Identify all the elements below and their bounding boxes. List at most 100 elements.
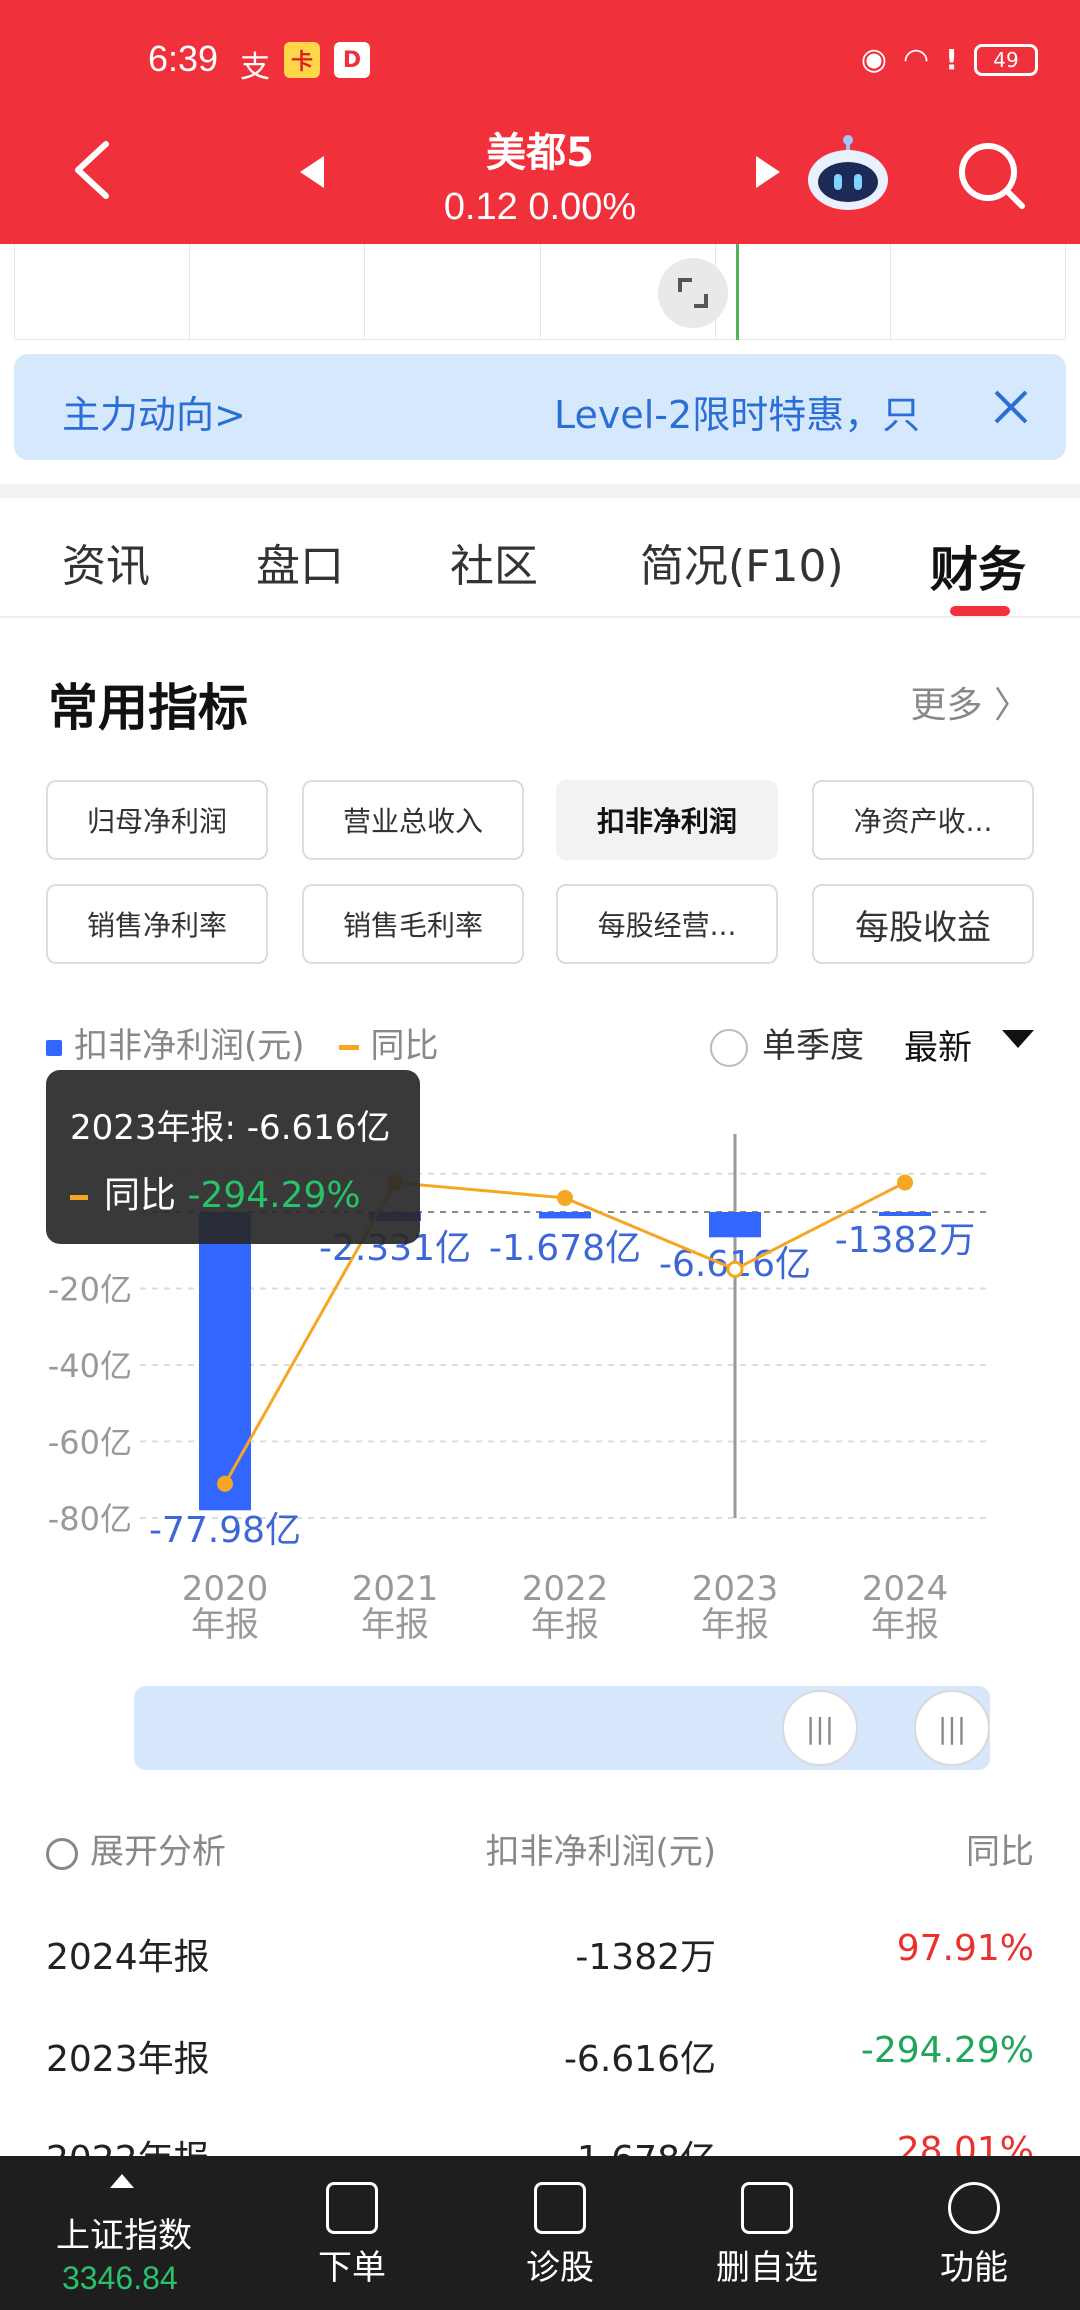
chip-total-revenue[interactable]: 营业总收入 [302, 780, 524, 860]
status-bar: 6:39 支 卡 D ◉ ◠ ! 49 [0, 38, 1080, 88]
x-tick-sublabel: 年报 [531, 1605, 599, 1645]
expand-analysis-label: 展开分析 [90, 1832, 226, 1872]
table-row: 2024年报 -1382万 97.91% [0, 1928, 1080, 1988]
stock-price-change: 0.12 0.00% [443, 186, 637, 228]
x-tick-sublabel: 年报 [361, 1605, 429, 1645]
row-period: 2023年报 [46, 2039, 210, 2080]
tab-news[interactable]: 资讯 [62, 530, 150, 594]
y-tick-label: -20亿 [48, 1271, 132, 1309]
chip-operating-cashflow-per-share[interactable]: 每股经营... [556, 884, 778, 964]
minus-box-icon [741, 2182, 793, 2234]
function-label: 功能 [940, 2248, 1008, 2288]
status-app-icons: 支 卡 D [240, 42, 370, 86]
expand-up-icon[interactable] [110, 2174, 134, 2188]
row-value: -1382万 [575, 1937, 716, 1978]
dropdown-triangle-icon[interactable] [1002, 1030, 1034, 1048]
x-tick-sublabel: 年报 [191, 1605, 259, 1645]
bar [709, 1212, 761, 1238]
x-tick-label: 2022 [522, 1569, 609, 1609]
tab-f10[interactable]: 简况(F10) [640, 530, 844, 594]
bar [539, 1212, 591, 1219]
remove-watchlist-label: 删自选 [716, 2248, 818, 2288]
tab-bar: 资讯 盘口 社区 简况(F10) 财务 [0, 530, 1080, 620]
bar-legend-swatch [46, 1039, 62, 1056]
search-icon[interactable] [956, 140, 1026, 210]
range-slider[interactable] [134, 1686, 990, 1770]
x-tick-label: 2023 [692, 1569, 779, 1609]
yoy-point [897, 1174, 913, 1191]
y-tick-label: -80亿 [48, 1500, 132, 1538]
tabs-border [0, 616, 1080, 618]
chip-eps[interactable]: 每股收益 [812, 884, 1034, 964]
battery-icon: 49 [974, 43, 1038, 76]
header-value: 扣非净利润(元) [485, 1832, 716, 1872]
diagnose-button[interactable]: 诊股 [526, 2182, 594, 2289]
yoy-point [726, 1260, 744, 1278]
function-button[interactable]: 功能 [940, 2182, 1008, 2289]
level2-promo-text[interactable]: Level-2限时特惠，只 [554, 384, 920, 439]
chip-net-margin[interactable]: 销售净利率 [46, 884, 268, 964]
index-name[interactable]: 上证指数 [56, 2208, 192, 2257]
chart-tooltip: 2023年报: -6.616亿 同比 -294.29% [46, 1070, 420, 1244]
tooltip-yoy-value: -294.29% [187, 1175, 361, 1216]
didi-icon: D [334, 42, 370, 78]
expand-analysis[interactable]: 展开分析 [46, 1824, 226, 1873]
yoy-point [557, 1189, 573, 1206]
yoy-point [217, 1475, 233, 1492]
index-value: 3346.84 [62, 2260, 178, 2296]
main-force-link[interactable]: 主力动向> [62, 384, 246, 439]
x-tick-sublabel: 年报 [701, 1605, 769, 1645]
bar-data-label: -1.678亿 [489, 1228, 641, 1269]
order-button[interactable]: 下单 [318, 2182, 386, 2289]
tab-quote[interactable]: 盘口 [256, 530, 344, 594]
x-tick-label: 2024 [862, 1569, 949, 1609]
wifi-icon: ◠ [903, 42, 930, 77]
chip-roe[interactable]: 净资产收... [812, 780, 1034, 860]
mini-chart-strip [14, 244, 1066, 340]
pie-chart-icon [46, 1837, 78, 1870]
tab-finance[interactable]: 财务 [930, 530, 1026, 600]
chip-net-profit-parent[interactable]: 归母净利润 [46, 780, 268, 860]
tab-active-indicator [950, 606, 1010, 616]
next-stock-icon[interactable] [756, 156, 780, 188]
close-icon[interactable] [992, 388, 1030, 426]
bottom-nav: 上证指数 3346.84 下单 诊股 删自选 功能 [0, 2156, 1080, 2310]
app-header: 6:39 支 卡 D ◉ ◠ ! 49 美都5 0.12 0.00% [0, 0, 1080, 244]
status-time: 6:39 [148, 38, 219, 79]
row-yoy: 97.91% [896, 1928, 1034, 1969]
order-label: 下单 [318, 2248, 386, 2288]
bar [199, 1212, 251, 1511]
slider-handle-right[interactable]: ||| [914, 1690, 990, 1766]
tab-community[interactable]: 社区 [450, 530, 538, 594]
line-legend-swatch [338, 1045, 359, 1050]
status-system-icons: ◉ ◠ ! 49 [861, 42, 1038, 77]
robot-assistant-icon[interactable] [806, 134, 890, 210]
remove-watchlist-button[interactable]: 删自选 [716, 2182, 818, 2289]
x-tick-label: 2020 [182, 1569, 269, 1609]
y-tick-label: -40亿 [48, 1347, 132, 1385]
tooltip-yoy: 同比 -294.29% [70, 1166, 361, 1218]
chip-deducted-net-profit[interactable]: 扣非净利润 [556, 780, 778, 860]
mini-chart-line [736, 244, 739, 340]
bar-data-label: -1382万 [835, 1220, 976, 1261]
order-icon [326, 2182, 378, 2234]
alipay-icon: 支 [240, 50, 270, 85]
table-header: 展开分析 扣非净利润(元) 同比 [0, 1824, 1080, 1884]
bar-data-label: -77.98亿 [149, 1510, 301, 1551]
x-tick-label: 2021 [352, 1569, 439, 1609]
menu-circle-icon [948, 2182, 1000, 2234]
diagnose-label: 诊股 [526, 2248, 594, 2288]
promo-banner[interactable]: 主力动向> Level-2限时特惠，只 [14, 354, 1066, 460]
section-title: 常用指标 [48, 679, 248, 737]
header-yoy: 同比 [966, 1832, 1034, 1872]
expand-icon[interactable] [658, 258, 728, 328]
table-row: 2023年报 -6.616亿 -294.29% [0, 2030, 1080, 2090]
diagnose-icon [534, 2182, 586, 2234]
stock-name: 美都5 [486, 130, 594, 176]
tooltip-yoy-label: 同比 [104, 1175, 177, 1216]
alert-icon: ! [945, 43, 958, 76]
slider-handle-left[interactable]: ||| [782, 1690, 858, 1766]
chip-gross-margin[interactable]: 销售毛利率 [302, 884, 524, 964]
section-divider [0, 484, 1080, 498]
more-link[interactable]: 更多 〉 [911, 676, 1030, 728]
